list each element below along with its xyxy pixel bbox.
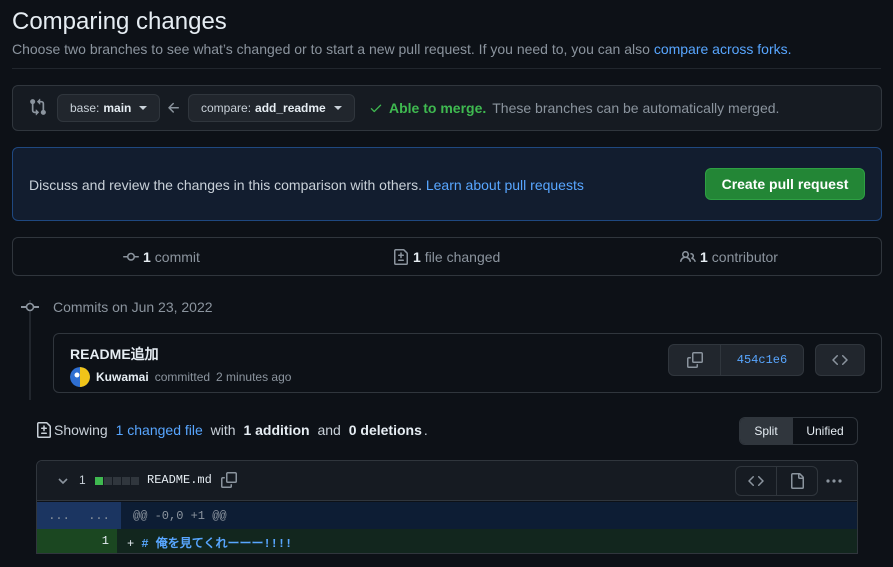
pull-request-banner: Discuss and review the changes in this c…	[12, 147, 882, 221]
banner-message: Discuss and review the changes in this c…	[29, 177, 422, 193]
diffstat-neutral-block	[104, 477, 112, 485]
addition-line-content: + # 俺を見てくれーーー!!!!	[127, 534, 292, 551]
timeline-line	[29, 300, 31, 400]
base-branch-select[interactable]: base: main	[57, 94, 161, 122]
diffstat-bar	[95, 477, 139, 485]
file-diff: 1 README.md ... ... @@ -0,0 +1 @@ 1 + # …	[36, 460, 858, 554]
additions-count: 1 addition	[243, 422, 310, 438]
commit-meta: Kuwamai committed 2 minutes ago	[70, 367, 291, 387]
addition-marker: +	[127, 537, 135, 551]
learn-pull-requests-link[interactable]: Learn about pull requests	[426, 177, 584, 193]
check-icon	[370, 104, 382, 113]
commit-author[interactable]: Kuwamai	[96, 370, 149, 384]
merge-status: Able to merge. These branches can be aut…	[369, 100, 779, 116]
git-compare-icon	[30, 98, 46, 116]
header-divider	[12, 68, 881, 69]
file-diff-icon	[37, 422, 51, 438]
compare-forks-link[interactable]: compare across forks.	[654, 41, 792, 57]
deletions-count: 0 deletions	[348, 422, 422, 438]
summary-and: and	[317, 422, 341, 438]
merge-ok-label: Able to merge.	[389, 100, 487, 116]
avatar[interactable]	[70, 367, 90, 387]
chevron-down-icon[interactable]	[57, 475, 69, 487]
diffstat-neutral-block	[113, 477, 121, 485]
summary-prefix: Showing	[54, 422, 108, 438]
expand-hunk-new[interactable]: ...	[77, 502, 121, 529]
addition-text: # 俺を見てくれーーー!!!!	[141, 537, 293, 551]
chevron-down-icon	[333, 106, 342, 110]
diffstat-addition-block	[95, 477, 103, 485]
compare-branch-value: add_readme	[255, 101, 326, 115]
diffstat-neutral-block	[122, 477, 130, 485]
page-description-text: Choose two branches to see what’s change…	[12, 41, 650, 57]
page-title: Comparing changes	[12, 8, 227, 35]
copy-icon	[686, 352, 703, 368]
commits-count: 1	[143, 249, 151, 265]
copy-sha-button[interactable]	[669, 345, 721, 375]
comparison-stats: 1 commit 1 file changed 1 contributor	[12, 237, 882, 276]
contributors-stat[interactable]: 1 contributor	[680, 249, 778, 265]
arrow-left-icon	[168, 102, 179, 113]
summary-suffix: .	[423, 422, 428, 438]
compare-branch-key: compare:	[201, 101, 252, 115]
file-header: 1 README.md	[37, 461, 857, 501]
rich-view-button[interactable]	[777, 467, 817, 495]
files-stat[interactable]: 1 file changed	[393, 249, 500, 265]
range-editor: base: main compare: add_readme Able to m…	[12, 85, 882, 131]
base-branch-value: main	[103, 101, 132, 115]
browse-repository-button[interactable]	[815, 344, 865, 376]
file-name-link[interactable]: README.md	[147, 473, 212, 487]
copy-icon[interactable]	[221, 472, 237, 488]
hunk-header-text: @@ -0,0 +1 @@	[133, 509, 227, 523]
commit-action: committed	[154, 370, 211, 384]
file-changes-count: 1	[79, 473, 86, 487]
commit-title[interactable]: README追加	[70, 344, 159, 364]
split-view-button[interactable]: Split	[740, 418, 793, 444]
commits-label: commit	[154, 249, 200, 265]
contributors-count: 1	[700, 249, 708, 265]
commits-date-header: Commits on Jun 23, 2022	[53, 299, 213, 315]
kebab-horizontal-icon[interactable]	[825, 475, 843, 487]
merge-description: These branches can be automatically merg…	[492, 100, 780, 116]
contributors-label: contributor	[711, 249, 778, 265]
banner-text: Discuss and review the changes in this c…	[29, 177, 584, 193]
changed-files-link[interactable]: 1 changed file	[116, 422, 203, 438]
people-icon	[680, 250, 696, 263]
hunk-header-row: ... ... @@ -0,0 +1 @@	[37, 502, 857, 529]
commit-sha-link[interactable]: 454c1e6	[721, 345, 803, 375]
base-branch-key: base:	[70, 101, 100, 115]
compare-branch-select[interactable]: compare: add_readme	[188, 94, 355, 122]
commit-time: 2 minutes ago	[216, 370, 292, 384]
git-commit-icon	[123, 252, 139, 261]
source-view-button[interactable]	[736, 467, 777, 495]
commit-item: README追加 Kuwamai committed 2 minutes ago…	[53, 333, 882, 393]
diff-summary: Showing 1 changed file with 1 addition a…	[36, 422, 428, 438]
code-icon	[748, 475, 764, 487]
create-pull-request-button[interactable]: Create pull request	[705, 168, 865, 200]
file-diff-icon	[394, 249, 408, 265]
files-count: 1	[413, 249, 421, 265]
file-icon	[791, 473, 804, 489]
unified-view-button[interactable]: Unified	[793, 418, 857, 444]
diff-view-toggle: Split Unified	[739, 417, 858, 445]
files-label: file changed	[424, 249, 501, 265]
file-view-toggle	[735, 466, 818, 496]
git-commit-icon	[21, 302, 39, 312]
chevron-down-icon	[139, 106, 148, 110]
summary-with: with	[210, 422, 236, 438]
page-description: Choose two branches to see what’s change…	[12, 41, 792, 57]
commit-actions: 454c1e6	[668, 344, 804, 376]
old-line-number	[37, 529, 77, 553]
addition-line: 1 + # 俺を見てくれーーー!!!!	[37, 529, 857, 553]
expand-hunk-old[interactable]: ...	[37, 502, 81, 529]
new-line-number[interactable]: 1	[77, 529, 117, 553]
diffstat-neutral-block	[131, 477, 139, 485]
commits-stat[interactable]: 1 commit	[123, 249, 200, 265]
code-icon	[832, 354, 848, 366]
